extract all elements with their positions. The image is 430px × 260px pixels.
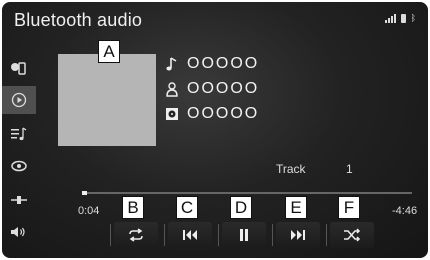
skip-back-icon: [183, 230, 197, 240]
divider: [164, 224, 165, 246]
skip-forward-icon: [291, 230, 305, 240]
sidebar-item-source[interactable]: [2, 54, 36, 82]
divider: [272, 224, 273, 246]
previous-button[interactable]: [168, 222, 212, 248]
sidebar-item-view[interactable]: [2, 152, 36, 180]
callout-a: A: [98, 40, 120, 63]
song-title: OOOOO: [187, 55, 260, 72]
eye-icon: [11, 160, 27, 172]
sidebar-item-volume[interactable]: [2, 218, 36, 246]
track-number: 1: [346, 162, 353, 176]
remaining-time: -4:46: [392, 205, 418, 217]
sidebar-item-play[interactable]: [2, 86, 36, 114]
screen: Bluetooth audio ᛒ A OOOOO OOOOO OOOOO Tr…: [2, 2, 428, 258]
album-row: OOOOO: [165, 105, 259, 123]
shuffle-button[interactable]: [330, 222, 374, 248]
battery-icon: [400, 14, 406, 23]
play-circle-icon: [11, 92, 27, 108]
page-title: Bluetooth audio: [14, 10, 143, 30]
signal-icon: [384, 14, 396, 23]
music-note-icon: [166, 57, 177, 71]
sidebar-item-playlist[interactable]: [2, 120, 36, 148]
pause-button[interactable]: [222, 222, 266, 248]
status-bar: ᛒ: [384, 13, 416, 23]
sidebar: [2, 46, 36, 250]
artist-row: OOOOO: [165, 80, 259, 98]
repeat-button[interactable]: [114, 222, 158, 248]
pause-icon: [240, 229, 248, 241]
elapsed-time: 0:04: [78, 205, 100, 217]
playlist-icon: [11, 127, 27, 141]
album-art: [58, 54, 156, 146]
shuffle-icon: [344, 228, 361, 242]
callout-b: B: [122, 196, 144, 219]
connection-icon: [11, 196, 27, 204]
callout-f: F: [338, 196, 360, 219]
divider: [326, 224, 327, 246]
callout-c: C: [176, 196, 198, 219]
divider: [110, 224, 111, 246]
next-button[interactable]: [276, 222, 320, 248]
callout-d: D: [230, 196, 252, 219]
progress-fill: [82, 191, 87, 195]
artist-icon: [166, 82, 178, 97]
callout-e: E: [285, 196, 307, 219]
artist-name: OOOOO: [187, 80, 260, 97]
bluetooth-icon: ᛒ: [410, 13, 416, 23]
phone-source-icon: [11, 62, 26, 75]
album-icon: [166, 108, 178, 120]
track-label: Track: [276, 162, 306, 176]
divider: [218, 224, 219, 246]
volume-icon: [11, 227, 25, 237]
repeat-icon: [129, 228, 143, 242]
album-name: OOOOO: [187, 105, 260, 122]
song-row: OOOOO: [165, 55, 259, 73]
progress-bar[interactable]: [82, 191, 412, 195]
sidebar-item-connection[interactable]: [2, 186, 36, 214]
